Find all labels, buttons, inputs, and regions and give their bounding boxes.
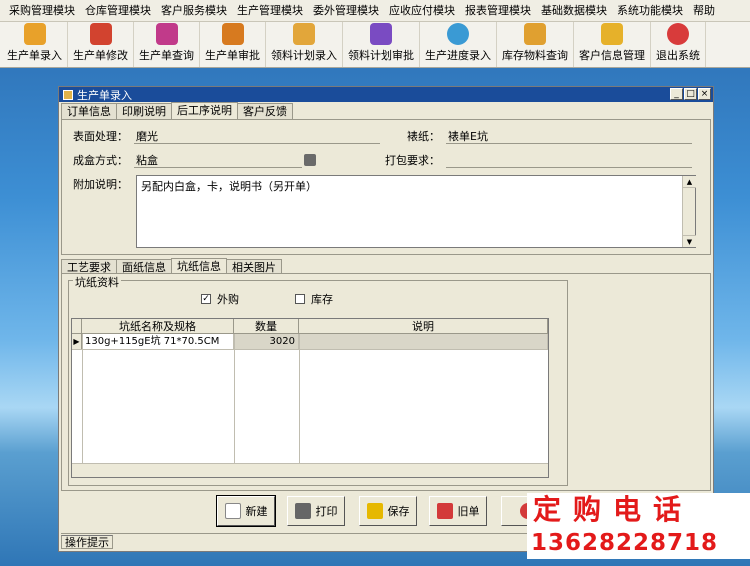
note-label: 附加说明： <box>73 178 128 191</box>
main-toolbar: 生产单录入 生产单修改 生产单查询 生产单审批 领料计划录入 领料计划审批 生产… <box>0 22 750 68</box>
tab-images[interactable]: 相关图片 <box>226 259 282 274</box>
menu-customer-service[interactable]: 客户服务模块 <box>156 0 232 22</box>
box-method-field[interactable]: 粘盒 <box>134 153 302 168</box>
customer-manage-button[interactable]: 客户信息管理 <box>574 22 651 67</box>
bead-field[interactable]: 裱单E坑 <box>446 129 692 144</box>
surface-label: 表面处理： <box>73 130 128 143</box>
surface-field[interactable]: 磨光 <box>134 129 380 144</box>
menu-production[interactable]: 生产管理模块 <box>232 0 308 22</box>
outsource-checkbox[interactable]: ✓ 外购 <box>201 291 239 307</box>
order-entry-icon <box>23 23 46 45</box>
material-plan-icon <box>293 23 315 45</box>
tab-customer-feedback[interactable]: 客户反馈 <box>237 103 293 119</box>
material-approve-icon <box>370 23 392 45</box>
box-method-label: 成盒方式： <box>73 154 128 167</box>
customer-icon <box>601 23 623 45</box>
menu-system[interactable]: 系统功能模块 <box>612 0 688 22</box>
bead-label: 裱纸： <box>407 130 440 143</box>
order-query-button[interactable]: 生产单查询 <box>134 22 200 67</box>
corrugated-panel: 坑纸资料 ✓ 外购 库存 坑纸名称及规格 数量 说明 ▶ 130g+115gE坑… <box>61 273 711 491</box>
menu-bar: 采购管理模块 仓库管理模块 客户服务模块 生产管理模块 委外管理模块 应收应付模… <box>0 0 750 22</box>
order-query-icon <box>155 23 178 45</box>
window-title: 生产单录入 <box>77 88 132 102</box>
old-order-button[interactable]: 旧单 <box>429 496 487 526</box>
order-approve-button[interactable]: 生产单审批 <box>200 22 266 67</box>
order-approve-icon <box>221 23 244 45</box>
old-order-icon <box>436 503 453 519</box>
cell-desc[interactable] <box>299 334 548 349</box>
exit-icon <box>667 23 689 45</box>
exit-button[interactable]: 退出系统 <box>651 22 706 67</box>
menu-purchase[interactable]: 采购管理模块 <box>4 0 80 22</box>
pack-field[interactable] <box>446 153 692 168</box>
scroll-up-icon[interactable]: ▲ <box>683 176 696 188</box>
scroll-down-icon[interactable]: ▼ <box>683 235 696 247</box>
cell-spec[interactable]: 130g+115gE坑 71*70.5CM <box>82 334 234 349</box>
order-entry-button[interactable]: 生产单录入 <box>2 22 68 67</box>
box-method-picker-icon[interactable] <box>304 154 316 166</box>
stock-label: 库存 <box>311 293 333 306</box>
print-button[interactable]: 打印 <box>287 496 345 526</box>
menu-base-data[interactable]: 基础数据模块 <box>536 0 612 22</box>
printer-icon <box>294 503 311 519</box>
menu-outsource[interactable]: 委外管理模块 <box>308 0 384 22</box>
col-desc-header[interactable]: 说明 <box>299 319 548 333</box>
grid-hscrollbar[interactable] <box>72 463 548 477</box>
main-tabs: 订单信息 印刷说明 后工序说明 客户反馈 <box>59 102 713 119</box>
corrugated-group: 坑纸资料 ✓ 外购 库存 坑纸名称及规格 数量 说明 ▶ 130g+115gE坑… <box>68 274 568 486</box>
minimize-button[interactable]: _ <box>670 88 683 100</box>
inventory-icon <box>524 23 546 45</box>
maximize-button[interactable]: □ <box>684 88 697 100</box>
outsource-label: 外购 <box>217 293 239 306</box>
check-icon: ✓ <box>201 294 211 304</box>
tab-post-process[interactable]: 后工序说明 <box>171 102 238 119</box>
tab-order-info[interactable]: 订单信息 <box>61 103 117 119</box>
window-icon <box>63 89 73 100</box>
window-titlebar[interactable]: 生产单录入 _ □ × <box>59 87 713 102</box>
material-approve-button[interactable]: 领料计划审批 <box>343 22 420 67</box>
phone-ad-overlay: 定购电话 13628228718 <box>527 493 750 559</box>
ad-phone: 13628228718 <box>531 530 719 556</box>
save-icon <box>366 503 383 519</box>
progress-entry-button[interactable]: 生产进度录入 <box>420 22 497 67</box>
order-edit-icon <box>89 23 112 45</box>
note-scrollbar[interactable]: ▲ ▼ <box>682 176 696 247</box>
menu-reports[interactable]: 报表管理模块 <box>460 0 536 22</box>
note-text: 另配内白盒，卡，说明书（另开单） <box>141 180 317 193</box>
cell-qty[interactable]: 3020 <box>234 334 299 349</box>
note-textarea[interactable]: 另配内白盒，卡，说明书（另开单） ▲ ▼ <box>136 175 696 248</box>
row-indicator-header <box>72 319 82 333</box>
menu-help[interactable]: 帮助 <box>688 0 720 22</box>
col-spec-header[interactable]: 坑纸名称及规格 <box>82 319 234 333</box>
tab-print-notes[interactable]: 印刷说明 <box>116 103 172 119</box>
group-title: 坑纸资料 <box>73 274 121 290</box>
grid-header: 坑纸名称及规格 数量 说明 <box>72 319 548 334</box>
unchecked-box <box>295 294 305 304</box>
inventory-query-button[interactable]: 库存物料查询 <box>497 22 574 67</box>
stock-checkbox[interactable]: 库存 <box>295 291 333 307</box>
close-button[interactable]: × <box>698 88 711 100</box>
progress-icon <box>447 23 469 45</box>
pack-label: 打包要求： <box>385 154 440 167</box>
col-qty-header[interactable]: 数量 <box>234 319 299 333</box>
order-entry-window: 生产单录入 _ □ × 订单信息 印刷说明 后工序说明 客户反馈 表面处理： 磨… <box>58 86 714 552</box>
sub-tabs: 工艺要求 面纸信息 坑纸信息 相关图片 <box>61 258 282 275</box>
current-row-icon: ▶ <box>72 334 82 349</box>
menu-finance[interactable]: 应收应付模块 <box>384 0 460 22</box>
table-row[interactable]: ▶ 130g+115gE坑 71*70.5CM 3020 <box>72 334 548 350</box>
post-process-panel: 表面处理： 磨光 裱纸： 裱单E坑 成盒方式： 粘盒 打包要求： 附加说明： 另… <box>61 119 711 255</box>
new-button[interactable]: 新建 <box>216 495 276 527</box>
ad-title: 定购电话 <box>533 493 694 526</box>
status-hint: 操作提示 <box>61 534 113 549</box>
new-doc-icon <box>224 503 241 519</box>
save-button[interactable]: 保存 <box>359 496 417 526</box>
order-edit-button[interactable]: 生产单修改 <box>68 22 134 67</box>
menu-warehouse[interactable]: 仓库管理模块 <box>80 0 156 22</box>
tab-process-req[interactable]: 工艺要求 <box>61 259 117 274</box>
corrugated-grid[interactable]: 坑纸名称及规格 数量 说明 ▶ 130g+115gE坑 71*70.5CM 30… <box>71 318 549 478</box>
tab-face-paper[interactable]: 面纸信息 <box>116 259 172 274</box>
material-plan-button[interactable]: 领料计划录入 <box>266 22 343 67</box>
